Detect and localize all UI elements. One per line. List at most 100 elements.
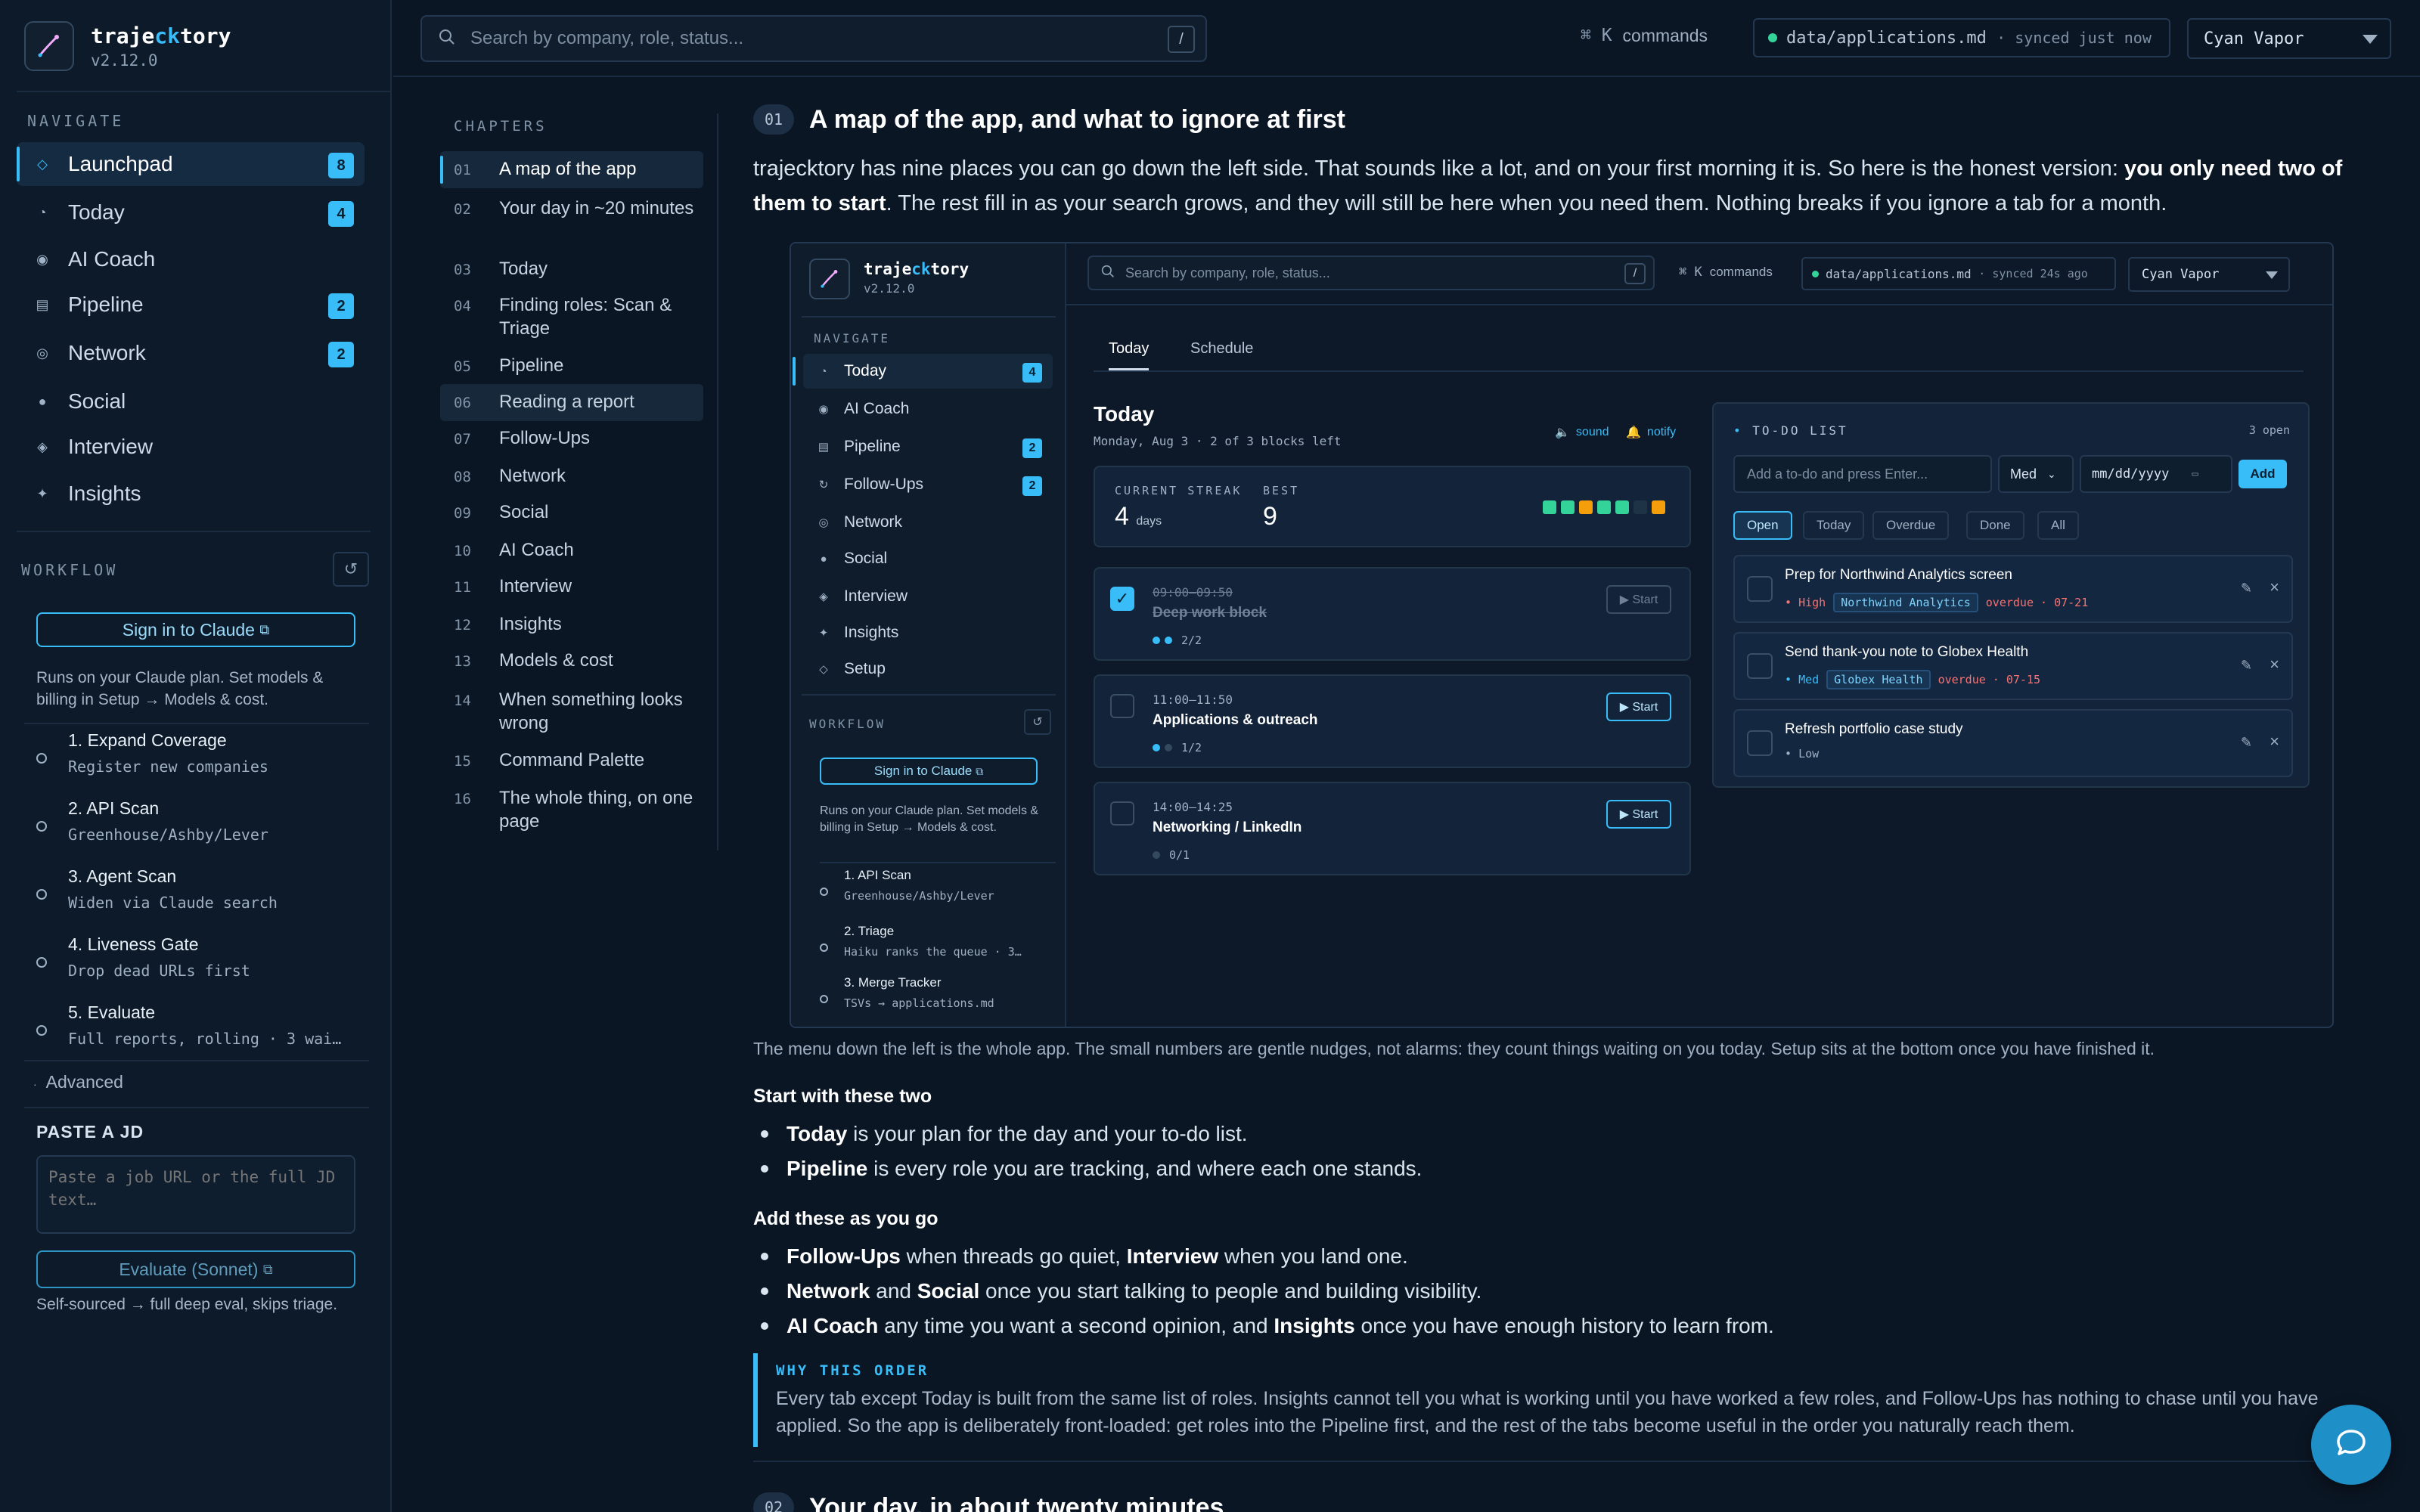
chapter-number: 12: [454, 617, 471, 634]
sound-toggle[interactable]: 🔈 sound: [1555, 425, 1609, 440]
chapter-item[interactable]: 06 Reading a report: [440, 384, 703, 421]
chapter-item[interactable]: 09 Social: [440, 494, 703, 531]
evaluate-note: Self-sourced → full deep eval, skips tri…: [36, 1296, 338, 1313]
block-checkbox[interactable]: ✓: [1110, 587, 1134, 611]
circle-icon: [820, 888, 828, 896]
mini-nav-ai-coach[interactable]: ◉ AI Coach: [803, 392, 1053, 426]
filter-today[interactable]: Today: [1803, 511, 1865, 540]
edit-icon[interactable]: ✎: [2241, 658, 2252, 674]
mini-nav-follow-ups[interactable]: ↻ Follow-Ups 2: [803, 467, 1053, 502]
sidebar-item-insights[interactable]: ✦ Insights: [17, 472, 365, 516]
advanced-toggle[interactable]: · Advanced: [33, 1072, 123, 1092]
workflow-step[interactable]: 1. Expand Coverage Register new companies: [36, 730, 369, 776]
time-block: 11:00–11:50 Applications & outreach 1/2 ▶ S…: [1094, 674, 1691, 768]
todo-title: Prep for Northwind Analytics screen: [1785, 567, 2012, 583]
sidebar-item-launchpad[interactable]: ◇ Launchpad 8: [17, 142, 365, 186]
sidebar-item-ai-coach[interactable]: ◉ AI Coach: [17, 237, 365, 281]
divider: [24, 1060, 369, 1061]
chapter-item[interactable]: 13 Models & cost: [440, 643, 703, 680]
chapter-item[interactable]: 04 Finding roles: Scan & Triage: [440, 287, 703, 346]
chapter-item[interactable]: 05 Pipeline: [440, 348, 703, 385]
mini-nav-interview[interactable]: ◈ Interview: [803, 579, 1053, 614]
mini-search-box[interactable]: Search by company, role, status... /: [1087, 256, 1655, 290]
start-button[interactable]: ▶ Start: [1606, 800, 1671, 829]
mini-search-input[interactable]: Search by company, role, status...: [1125, 265, 1330, 281]
workflow-step[interactable]: 4. Liveness Gate Drop dead URLs first: [36, 934, 369, 980]
todo-add-button[interactable]: Add: [2238, 460, 2287, 488]
block-title: Deep work block: [1153, 605, 1267, 621]
chapter-item[interactable]: 07 Follow-Ups: [440, 420, 703, 457]
chapter-item[interactable]: 01 A map of the app: [440, 151, 703, 188]
start-button[interactable]: ▶ Start: [1606, 585, 1671, 614]
sidebar-item-today[interactable]: ◔ Today 4: [17, 191, 365, 234]
block-checkbox[interactable]: [1110, 801, 1134, 826]
brand[interactable]: trajecktory v2.12.0: [24, 21, 231, 71]
chapter-item[interactable]: 08 Network: [440, 458, 703, 495]
speaker-icon: 🔈: [1555, 426, 1570, 439]
mini-search-shortcut: /: [1624, 263, 1646, 284]
todo-priority-select[interactable]: Med ⌄: [1998, 455, 2074, 493]
mini-workflow-step[interactable]: 2. Triage Haiku ranks the queue · 3…: [820, 924, 1054, 963]
chapter-item[interactable]: 10 AI Coach: [440, 532, 703, 569]
workflow-reset-button[interactable]: ↺: [333, 552, 369, 587]
mini-theme-select[interactable]: Cyan Vapor: [2128, 257, 2290, 292]
mini-nav-setup[interactable]: ◇ Setup: [803, 652, 1053, 686]
chapter-item[interactable]: 14 When something looks wrong: [440, 682, 703, 741]
sign-in-claude-button[interactable]: Sign in to Claude ⧉: [36, 612, 355, 647]
close-icon[interactable]: ×: [2270, 578, 2279, 597]
mini-workflow-step[interactable]: 3. Merge Tracker TSVs → applications.md: [820, 975, 1054, 1015]
todo-checkbox[interactable]: [1747, 653, 1773, 679]
sidebar-item-social[interactable]: ● Social: [17, 380, 365, 423]
mini-command-palette[interactable]: ⌘ K commands: [1679, 265, 1773, 280]
edit-icon[interactable]: ✎: [2241, 735, 2252, 751]
sidebar-item-pipeline[interactable]: ▤ Pipeline 2: [17, 283, 365, 327]
todo-checkbox[interactable]: [1747, 730, 1773, 756]
close-icon[interactable]: ×: [2270, 655, 2279, 674]
close-icon[interactable]: ×: [2270, 732, 2279, 751]
todo-input[interactable]: Add a to-do and press Enter...: [1733, 455, 1992, 493]
notify-toggle[interactable]: 🔔 notify: [1626, 425, 1676, 440]
filter-all[interactable]: All: [2037, 511, 2079, 540]
circle-icon: [820, 943, 828, 952]
filter-done[interactable]: Done: [1966, 511, 2024, 540]
workflow-step-subtitle: Greenhouse/Ashby/Lever: [844, 889, 994, 903]
mini-nav-social[interactable]: ● Social: [803, 541, 1053, 576]
chapter-item[interactable]: 02 Your day in ~20 minutes: [440, 191, 703, 228]
start-button[interactable]: ▶ Start: [1606, 692, 1671, 721]
chevron-down-icon: ⌄: [2047, 467, 2056, 480]
filter-open[interactable]: Open: [1733, 511, 1792, 540]
chapter-item[interactable]: 16 The whole thing, on one page: [440, 780, 703, 839]
mini-workflow-step[interactable]: 1. API Scan Greenhouse/Ashby/Lever: [820, 868, 1054, 907]
workflow-step[interactable]: 5. Evaluate Full reports, rolling · 3 wai…: [36, 1002, 369, 1048]
app-version: v2.12.0: [91, 51, 158, 70]
plan-note: Runs on your Claude plan. Set models & b…: [36, 669, 324, 708]
tab-schedule[interactable]: Schedule: [1190, 340, 1253, 368]
mini-sync-status[interactable]: data/applications.md · synced 24s ago: [1801, 257, 2116, 290]
mini-nav-pipeline[interactable]: ▤ Pipeline 2: [803, 429, 1053, 464]
start-two-heading: Start with these two: [753, 1086, 932, 1107]
chapter-item[interactable]: 15 Command Palette: [440, 742, 703, 779]
chapter-item[interactable]: 03 Today: [440, 251, 703, 288]
chapter-item[interactable]: 12 Insights: [440, 606, 703, 643]
sidebar-item-interview[interactable]: ◈ Interview: [17, 425, 365, 469]
edit-icon[interactable]: ✎: [2241, 581, 2252, 596]
sidebar-item-network[interactable]: ◎ Network 2: [17, 331, 365, 375]
paste-jd-input[interactable]: [36, 1155, 355, 1234]
todo-date-input[interactable]: mm/dd/yyyy ▭: [2080, 455, 2232, 493]
workflow-step[interactable]: 2. API Scan Greenhouse/Ashby/Lever: [36, 798, 369, 844]
mini-nav-network[interactable]: ◎ Network: [803, 505, 1053, 540]
tab-today[interactable]: Today: [1109, 340, 1150, 370]
mini-workflow-reset-button[interactable]: ↺: [1024, 709, 1051, 735]
chat-button[interactable]: [2311, 1405, 2391, 1485]
block-checkbox[interactable]: [1110, 694, 1134, 718]
workflow-step[interactable]: 3. Agent Scan Widen via Claude search: [36, 866, 369, 912]
mini-nav-today[interactable]: ◔ Today 4: [793, 354, 1053, 389]
todo-checkbox[interactable]: [1747, 576, 1773, 602]
mini-top-bar: Search by company, role, status... / ⌘ K…: [1066, 243, 2332, 305]
evaluate-button[interactable]: Evaluate (Sonnet) ⧉: [36, 1250, 355, 1288]
mini-nav-insights[interactable]: ✦ Insights: [803, 615, 1053, 650]
chapter-item[interactable]: 11 Interview: [440, 569, 703, 606]
search-input[interactable]: Search by company, role, status...: [470, 28, 743, 49]
mini-sign-in-button[interactable]: Sign in to Claude ⧉: [820, 758, 1038, 785]
filter-overdue[interactable]: Overdue: [1872, 511, 1950, 540]
